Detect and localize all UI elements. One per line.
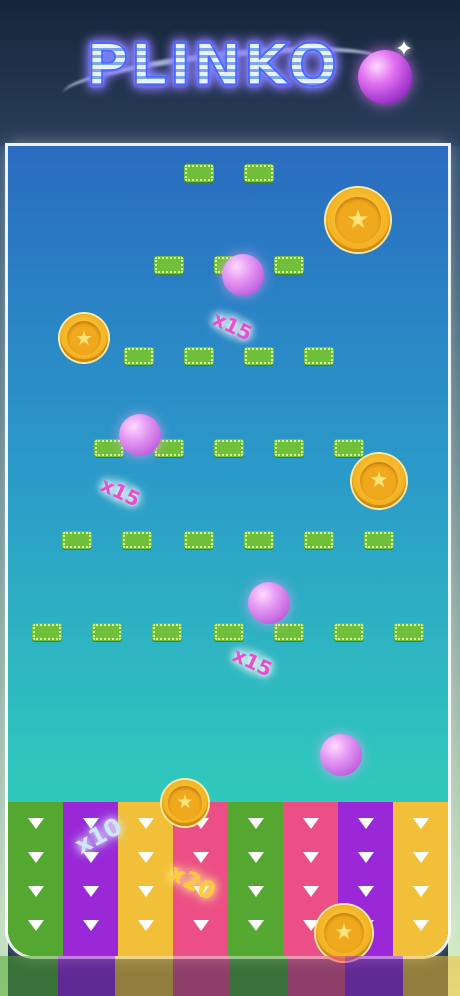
star-coin-icon[interactable]: ★ [316, 905, 372, 961]
down-arrow-icon [247, 920, 264, 931]
game-logo: PLINKO [85, 30, 340, 100]
peg [92, 623, 122, 641]
peg [124, 347, 154, 365]
peg [274, 623, 304, 641]
board-frame-right [448, 146, 460, 996]
multiplier-label: x15 [87, 465, 153, 519]
peg [244, 531, 274, 549]
down-arrow-icon [247, 886, 264, 897]
purple-ball [248, 582, 290, 624]
peg [274, 256, 304, 274]
peg [334, 623, 364, 641]
peg [364, 531, 394, 549]
down-arrow-icon [137, 886, 154, 897]
multiplier-label: x15 [199, 299, 265, 353]
plinko-board[interactable]: ★ ★ ★ x15 x15 x15 x10 x20 ★ [8, 146, 448, 956]
down-arrow-icon [302, 886, 319, 897]
peg [214, 439, 244, 457]
down-arrow-icon [302, 852, 319, 863]
down-arrow-icon [192, 920, 209, 931]
down-arrow-icon [192, 852, 209, 863]
down-arrow-icon [82, 920, 99, 931]
footer-lane-strip [0, 956, 460, 996]
peg [304, 531, 334, 549]
peg [394, 623, 424, 641]
down-arrow-icon [27, 920, 44, 931]
lane[interactable] [393, 802, 448, 956]
down-arrow-icon [82, 886, 99, 897]
down-arrow-icon [412, 852, 429, 863]
peg [214, 623, 244, 641]
peg [122, 531, 152, 549]
multiplier-label: x15 [219, 635, 285, 689]
lane[interactable] [8, 802, 63, 956]
down-arrow-icon [27, 818, 44, 829]
sparkle-icon: ✦ [394, 37, 414, 62]
down-arrow-icon [357, 818, 374, 829]
down-arrow-icon [27, 852, 44, 863]
peg [32, 623, 62, 641]
down-arrow-icon [137, 852, 154, 863]
peg [274, 439, 304, 457]
purple-ball [222, 254, 264, 296]
down-arrow-icon [412, 886, 429, 897]
down-arrow-icon [357, 886, 374, 897]
down-arrow-icon [412, 818, 429, 829]
multiplier-lanes [8, 802, 448, 956]
lane[interactable] [228, 802, 283, 956]
peg [152, 623, 182, 641]
peg [184, 347, 214, 365]
star-coin-icon[interactable]: ★ [162, 780, 208, 826]
down-arrow-icon [247, 818, 264, 829]
board-frame-left [0, 146, 8, 996]
down-arrow-icon [412, 920, 429, 931]
peg [62, 531, 92, 549]
purple-ball [119, 414, 161, 456]
header: PLINKO ✦ [0, 0, 460, 146]
lane[interactable] [118, 802, 173, 956]
down-arrow-icon [137, 920, 154, 931]
down-arrow-icon [302, 818, 319, 829]
down-arrow-icon [247, 852, 264, 863]
down-arrow-icon [27, 886, 44, 897]
star-coin-icon[interactable]: ★ [60, 314, 108, 362]
down-arrow-icon [357, 852, 374, 863]
peg [304, 347, 334, 365]
star-coin-icon[interactable]: ★ [326, 188, 390, 252]
peg [154, 256, 184, 274]
down-arrow-icon [137, 818, 154, 829]
peg [184, 164, 214, 182]
purple-ball [320, 734, 362, 776]
peg [244, 164, 274, 182]
peg [184, 531, 214, 549]
peg [334, 439, 364, 457]
star-coin-icon[interactable]: ★ [352, 454, 406, 508]
peg [244, 347, 274, 365]
